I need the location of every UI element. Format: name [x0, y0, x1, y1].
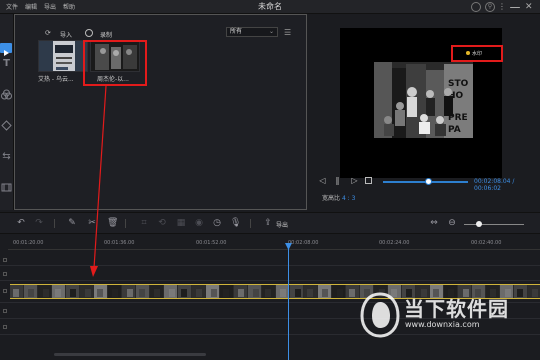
export-icon[interactable]: ⇪ [263, 218, 273, 228]
tool-rail: T ⇆ [0, 14, 14, 210]
next-frame-icon[interactable]: ▷ [350, 176, 359, 185]
brand-logo-icon [360, 292, 400, 338]
split-scissors-icon[interactable]: ✂ [87, 218, 97, 228]
track-lock-icon[interactable] [3, 272, 7, 276]
minimize-icon[interactable] [510, 7, 520, 8]
duration-clock-icon[interactable]: ◷ [212, 218, 222, 228]
aspect-ratio-label: 宽高比 [322, 195, 341, 202]
svg-text:STO: STO [448, 79, 469, 89]
brand-name: 当下软件园 [404, 297, 509, 321]
pause-icon[interactable]: ‖ [333, 176, 342, 185]
filter-select-value: 所有 [230, 28, 243, 35]
playback-progress-handle[interactable] [425, 178, 433, 185]
text-tool-icon[interactable]: T [1, 58, 12, 69]
import-button[interactable]: 导入 [60, 30, 72, 39]
export-button[interactable]: 导出 [276, 220, 288, 229]
media-tab-indicator[interactable] [0, 43, 12, 56]
timeline-tick-label: 00:01:20.00 [13, 240, 44, 246]
timeline-tick-label: 00:02:40.00 [471, 240, 502, 246]
record-icon[interactable] [85, 29, 93, 37]
track-lock-icon[interactable] [3, 309, 7, 313]
edit-pencil-icon[interactable]: ✎ [67, 218, 77, 228]
timeline-tick-label: 00:02:24.00 [379, 240, 410, 246]
record-button[interactable]: 录制 [100, 30, 112, 39]
feedback-icon[interactable] [471, 2, 481, 12]
settings-icon[interactable]: ⋮ [498, 2, 508, 12]
timeline-tick-label: 00:02:08.00 [288, 240, 319, 246]
media-thumbnail-1[interactable] [38, 40, 88, 72]
time-readout: 00:02:08.04 / 00:06:02 [474, 178, 515, 192]
crop-icon[interactable]: ⌗ [139, 218, 149, 228]
site-watermark: 当下软件园 www.downxia.com [360, 292, 536, 342]
playhead[interactable] [288, 243, 289, 360]
fit-timeline-icon[interactable]: ⇔ [429, 218, 439, 228]
overlay-tool-icon[interactable] [1, 120, 12, 131]
svg-text:PA: PA [448, 125, 461, 135]
rotate-icon[interactable]: ⟲ [157, 218, 167, 228]
zoom-slider-handle[interactable] [476, 221, 482, 227]
close-icon[interactable]: ✕ [525, 2, 535, 12]
track-separator [0, 265, 540, 266]
voiceover-mic-icon[interactable]: 🎙 [230, 218, 241, 228]
media-thumbnail-1-label: 艾热 - 乌云... [38, 76, 74, 83]
title-bar: 文件 编辑 导出 帮助 未命名 ⚲ ⋮ ✕ [0, 0, 540, 14]
delete-icon[interactable]: 🗑 [107, 218, 118, 228]
track-lock-icon[interactable] [3, 258, 7, 262]
undo-icon[interactable]: ↶ [16, 218, 26, 228]
list-view-icon[interactable]: ☰ [284, 28, 294, 37]
aspect-ratio: 宽高比 4 : 3 [322, 193, 355, 202]
video-editor-window: 文件 编辑 导出 帮助 未命名 ⚲ ⋮ ✕ T ⇆ ⟳ 导入 录制 所有 ⌄ ☰ [0, 0, 540, 360]
watermark-text[interactable]: 水印 [472, 50, 482, 57]
user-icon[interactable]: ⚲ [485, 2, 495, 12]
aspect-ratio-value[interactable]: 4 : 3 [342, 195, 355, 202]
filter-tool-icon[interactable] [1, 89, 12, 100]
prev-frame-icon[interactable]: ◁ [318, 176, 327, 185]
redo-icon[interactable]: ↷ [34, 218, 44, 228]
zoom-slider[interactable] [464, 224, 524, 225]
track-lock-icon[interactable] [3, 325, 7, 329]
timeline-horizontal-scrollbar[interactable] [54, 353, 206, 356]
timeline-tick-label: 00:01:52.00 [196, 240, 227, 246]
zoom-out-icon[interactable]: ⊖ [447, 218, 457, 228]
watermark-dot-icon [466, 51, 470, 55]
timeline-tick-label: 00:01:36.00 [104, 240, 135, 246]
freeze-frame-icon[interactable]: ◉ [194, 218, 204, 228]
element-tool-icon[interactable] [1, 182, 12, 193]
track-separator [0, 280, 540, 281]
window-title: 未命名 [258, 2, 282, 11]
selection-highlight-box [83, 40, 147, 86]
media-filter-select[interactable]: 所有 ⌄ [226, 27, 278, 37]
timeline-ruler[interactable] [8, 249, 540, 250]
import-icon[interactable]: ⟳ [45, 29, 51, 37]
brand-url: www.downxia.com [405, 320, 480, 329]
edit-toolbar: ↶ ↷ ✎ ✂ 🗑 ⌗ ⟲ ▦ ◉ ◷ 🎙 ⇪ 导出 ⇔ ⊖ [0, 212, 540, 234]
track-lock-icon[interactable] [3, 289, 7, 293]
transition-tool-icon[interactable]: ⇆ [1, 151, 12, 162]
mosaic-icon[interactable]: ▦ [176, 218, 186, 228]
stop-icon[interactable] [365, 177, 372, 184]
chevron-down-icon: ⌄ [268, 28, 274, 35]
